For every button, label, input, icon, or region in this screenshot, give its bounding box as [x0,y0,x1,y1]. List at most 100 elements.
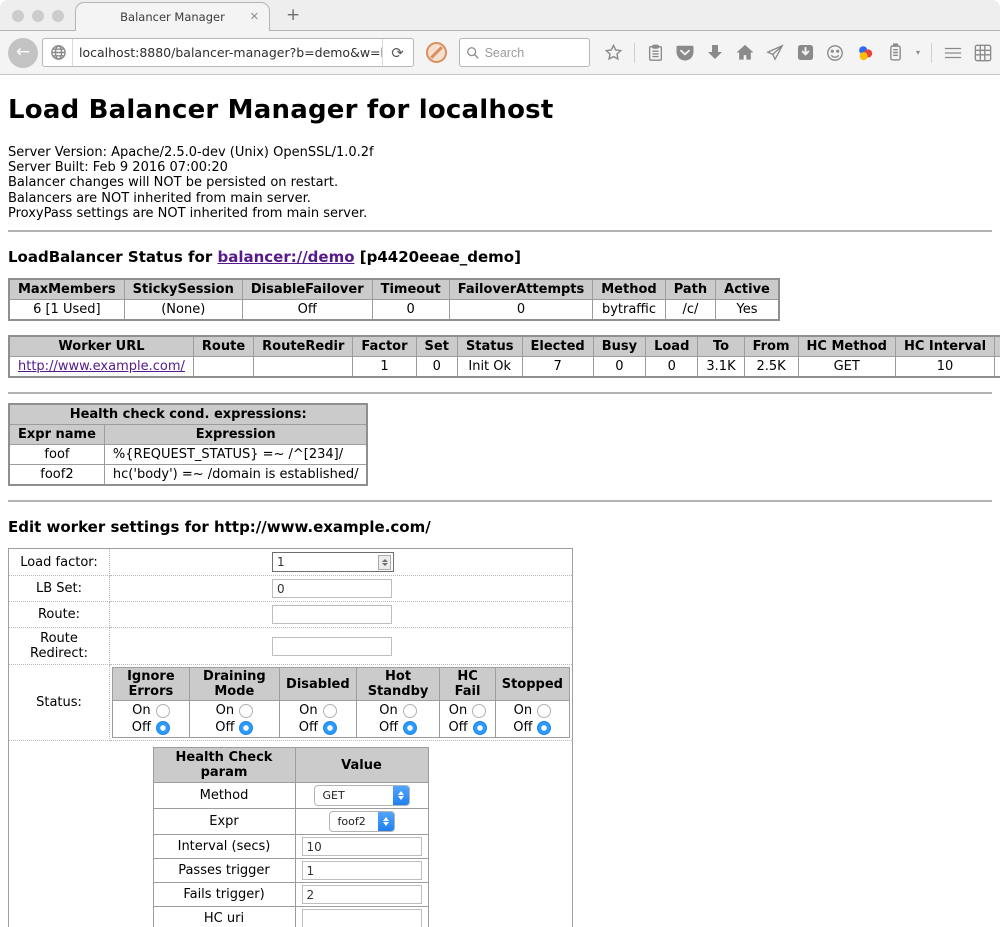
home-icon[interactable] [736,43,755,62]
zoom-window-button[interactable] [52,10,64,22]
off-label: Off [379,719,398,736]
col-busy: Busy [593,336,645,357]
radio-hot-standby-off[interactable] [403,721,417,735]
tab-close-icon[interactable]: ✕ [250,10,259,23]
smiley-icon[interactable] [826,43,845,62]
grid-icon[interactable] [973,43,992,62]
hc-uri-input[interactable] [302,909,422,927]
cell-expression: %{REQUEST_STATUS} =~ /^[234]/ [104,445,367,465]
radio-draining-mode-on[interactable] [239,704,253,718]
route-input[interactable] [272,605,392,624]
balancer-status-heading: LoadBalancer Status for balancer://demo … [8,248,992,266]
expr-label: Expr [153,809,295,835]
pocket-icon[interactable] [676,43,695,62]
spinner-icon[interactable] [378,555,391,570]
cell-route [193,357,253,378]
window-controls[interactable] [12,10,64,22]
cell-elected: 7 [522,357,593,378]
col-status: Status [457,336,522,357]
radio-draining-mode-off[interactable] [239,721,253,735]
reload-icon[interactable]: ⟳ [383,44,413,62]
col-path: Path [665,279,715,300]
divider [8,500,992,502]
cell-factor: 1 [353,357,416,378]
radio-ignore-errors-on[interactable] [156,704,170,718]
cell-expression: hc('body') =~ /domain is established/ [104,465,367,486]
cell-to: 3.1K [698,357,744,378]
colors-icon[interactable] [856,43,875,62]
method-select[interactable]: GET [314,785,410,806]
radio-disabled-off[interactable] [323,721,337,735]
fails-input[interactable] [302,885,422,904]
search-input[interactable] [485,46,575,60]
load-factor-stepper[interactable] [272,552,394,572]
balancer-link[interactable]: balancer://demo [217,248,354,266]
balancer-status-table: MaxMembers StickySession DisableFailover… [8,278,780,321]
col-maxmembers: MaxMembers [9,279,124,300]
edit-worker-form: Load factor: LB Set: Route: Route Redire… [8,548,573,927]
radio-stopped-off[interactable] [537,721,551,735]
bookmark-star-icon[interactable] [604,43,623,62]
hc-uri-label: HC uri [153,907,295,927]
route-redirect-label: Route Redirect: [9,628,110,665]
radio-ignore-errors-off[interactable] [156,721,170,735]
col-ignore-errors: Ignore Errors [113,668,190,701]
col-route: Route [193,336,253,357]
cell-set: 0 [416,357,457,378]
download-icon[interactable] [706,43,725,62]
url-text[interactable]: localhost:8880/balancer-manager?b=demo&w… [73,45,382,60]
status-label: Status: [9,665,110,741]
off-label: Off [132,719,151,736]
route-redirect-input[interactable] [272,637,392,656]
battery-icon[interactable] [886,43,905,62]
globe-icon[interactable] [43,39,72,66]
table-row: 6 [1 Used] (None) Off 0 0 bytraffic /c/ … [9,300,779,321]
radio-hc-fail-on[interactable] [472,704,486,718]
expr-select[interactable]: foof2 [329,811,395,832]
tab-balancer-manager[interactable]: Balancer Manager ✕ [75,2,270,31]
clipboard-icon[interactable] [646,43,665,62]
passes-label: Passes trigger [153,859,295,883]
radio-hc-fail-off[interactable] [473,721,487,735]
col-hc-fail: HC Fail [440,668,495,701]
chevron-down-icon[interactable]: ▾ [916,48,920,57]
new-tab-button[interactable]: + [286,5,300,30]
server-built: Server Built: Feb 9 2016 07:00:20 [8,160,992,175]
col-stickysession: StickySession [124,279,242,300]
save-page-icon[interactable] [796,43,815,62]
lb-set-input[interactable] [272,579,392,598]
url-bar[interactable]: localhost:8880/balancer-manager?b=demo&w… [42,38,414,67]
radio-hot-standby-on[interactable] [403,704,417,718]
passes-input[interactable] [302,861,422,880]
interval-input[interactable] [302,837,422,856]
notice-proxypass: ProxyPass settings are NOT inherited fro… [8,206,992,221]
col-set: Set [416,336,457,357]
close-window-button[interactable] [12,10,24,22]
col-hc-interval: HC Interval [895,336,994,357]
worker-url-link[interactable]: http://www.example.com/ [18,359,185,374]
menu-icon[interactable] [943,43,962,62]
shield-block-icon[interactable] [426,42,447,63]
status-table: Ignore Errors Draining Mode Disabled Hot… [112,667,570,738]
load-factor-input[interactable] [273,554,378,570]
minimize-window-button[interactable] [32,10,44,22]
col-disabled: Disabled [280,668,357,701]
back-button[interactable]: ← [8,38,38,68]
send-icon[interactable] [766,43,785,62]
col-passes: Passes [995,336,1000,357]
health-row-hc-uri: HC uri [153,907,428,927]
search-bar[interactable] [459,38,590,67]
select-stepper-icon [393,785,409,806]
col-expression: Expression [104,425,367,445]
interval-label: Interval (secs) [153,835,295,859]
on-label: On [299,702,317,719]
col-routeredir: RouteRedir [254,336,353,357]
col-active: Active [716,279,779,300]
col-expr-name: Expr name [9,425,104,445]
on-label: On [216,702,234,719]
status-header-row: Ignore Errors Draining Mode Disabled Hot… [113,668,570,701]
radio-disabled-on[interactable] [323,704,337,718]
col-method: Method [593,279,665,300]
radio-stopped-on[interactable] [537,704,551,718]
select-stepper-icon [378,811,394,832]
